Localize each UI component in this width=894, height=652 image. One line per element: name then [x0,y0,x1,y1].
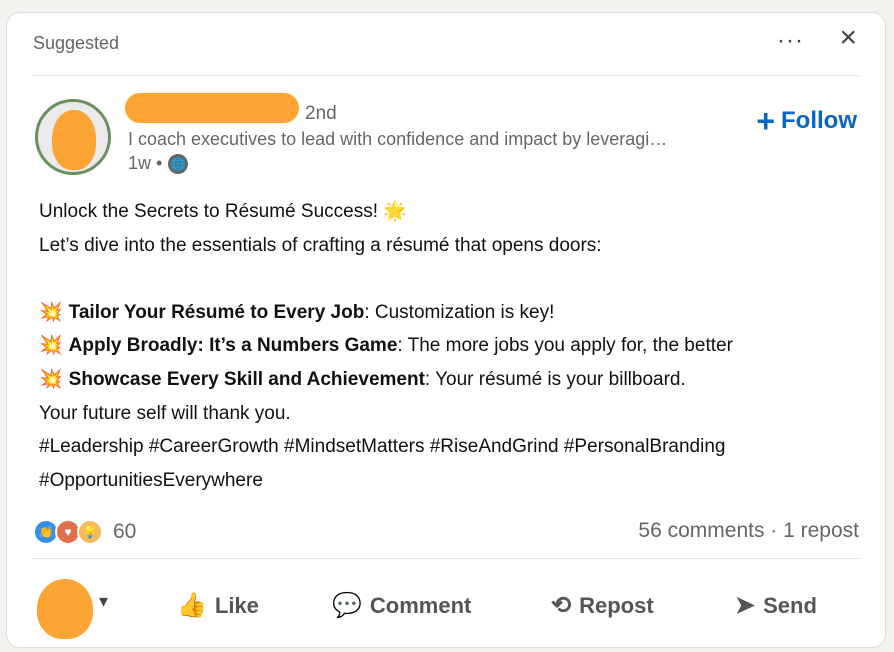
post-time: 1w • [128,153,163,173]
plain-text: : Your résumé is your billboard. [424,368,686,390]
follow-button[interactable]: + Follow [756,105,857,137]
comment-button[interactable]: 💬 Comment [332,591,471,620]
author-name-redacted[interactable] [125,93,299,123]
redaction-blob [37,579,93,639]
suggested-label: Suggested [33,33,120,53]
send-button[interactable]: ➤ Send [735,591,817,620]
like-button[interactable]: 👍 Like [177,591,259,620]
hashtags[interactable]: #OpportunitiesEverywhere [39,464,865,498]
collision-emoji: 💥 [39,335,63,357]
close-icon[interactable]: × [839,23,857,53]
post-header: Suggested ··· × [33,13,859,76]
send-icon: ➤ [735,592,756,619]
repost-button[interactable]: ⟲ Repost [551,591,654,620]
comments-reposts-count[interactable]: 56 comments · 1 repost [638,519,859,543]
bold-text: Apply Broadly: It’s a Numbers Game [68,335,398,357]
reaction-count: 60 [113,520,137,543]
plus-icon: + [756,103,776,139]
post-card: Suggested ··· × 2nd I coach executives t… [6,12,886,648]
actor-avatar[interactable] [33,579,93,643]
collision-emoji: 💥 [39,301,63,323]
post-meta: 1w • 🌐 [128,153,189,174]
post-line: Your future self will thank you. [39,402,291,424]
post-body: Unlock the Secrets to Résumé Success! 🌟 … [39,195,865,497]
like-label: Like [214,592,259,618]
divider [33,558,859,559]
author-headline: I coach executives to lead with confiden… [128,129,668,149]
comment-icon: 💬 [332,592,362,619]
post-line: 💥 Tailor Your Résumé to Every Job: Custom… [39,296,865,330]
post-line [39,262,865,296]
follow-label: Follow [781,107,857,134]
hashtags[interactable]: #Leadership #CareerGrowth #MindsetMatter… [39,430,865,464]
post-line: 💥 Apply Broadly: It’s a Numbers Game: The… [39,329,865,363]
collision-emoji: 💥 [39,368,63,390]
bold-text: Showcase Every Skill and Achievement [68,368,425,390]
post-line: Let’s dive into the essentials of crafti… [39,234,602,256]
post-line: 💥 Showcase Every Skill and Achievement: Y… [39,363,865,397]
more-options-icon[interactable]: ··· [777,27,804,55]
author-avatar[interactable] [35,99,111,175]
bold-text: Tailor Your Résumé to Every Job [68,301,365,323]
connection-degree: 2nd [305,103,337,124]
comment-label: Comment [369,592,472,618]
post-line: Unlock the Secrets to Résumé Success! 🌟 [39,201,407,222]
reactions-summary[interactable]: 👏 ♥ 💡 60 [33,519,136,545]
thumbs-up-icon: 👍 [177,592,207,619]
bulb-icon: 💡 [77,519,103,545]
globe-icon: 🌐 [168,153,189,174]
repost-label: Repost [579,592,654,618]
repost-icon: ⟲ [551,592,572,619]
send-label: Send [763,592,817,618]
plain-text: : The more jobs you apply for, the bette… [397,335,733,357]
redaction-blob [52,110,96,170]
action-bar: ▾ 👍 Like 💬 Comment ⟲ Repost ➤ Send [7,571,885,639]
chevron-down-icon[interactable]: ▾ [99,591,108,612]
plain-text: : Customization is key! [364,301,555,323]
